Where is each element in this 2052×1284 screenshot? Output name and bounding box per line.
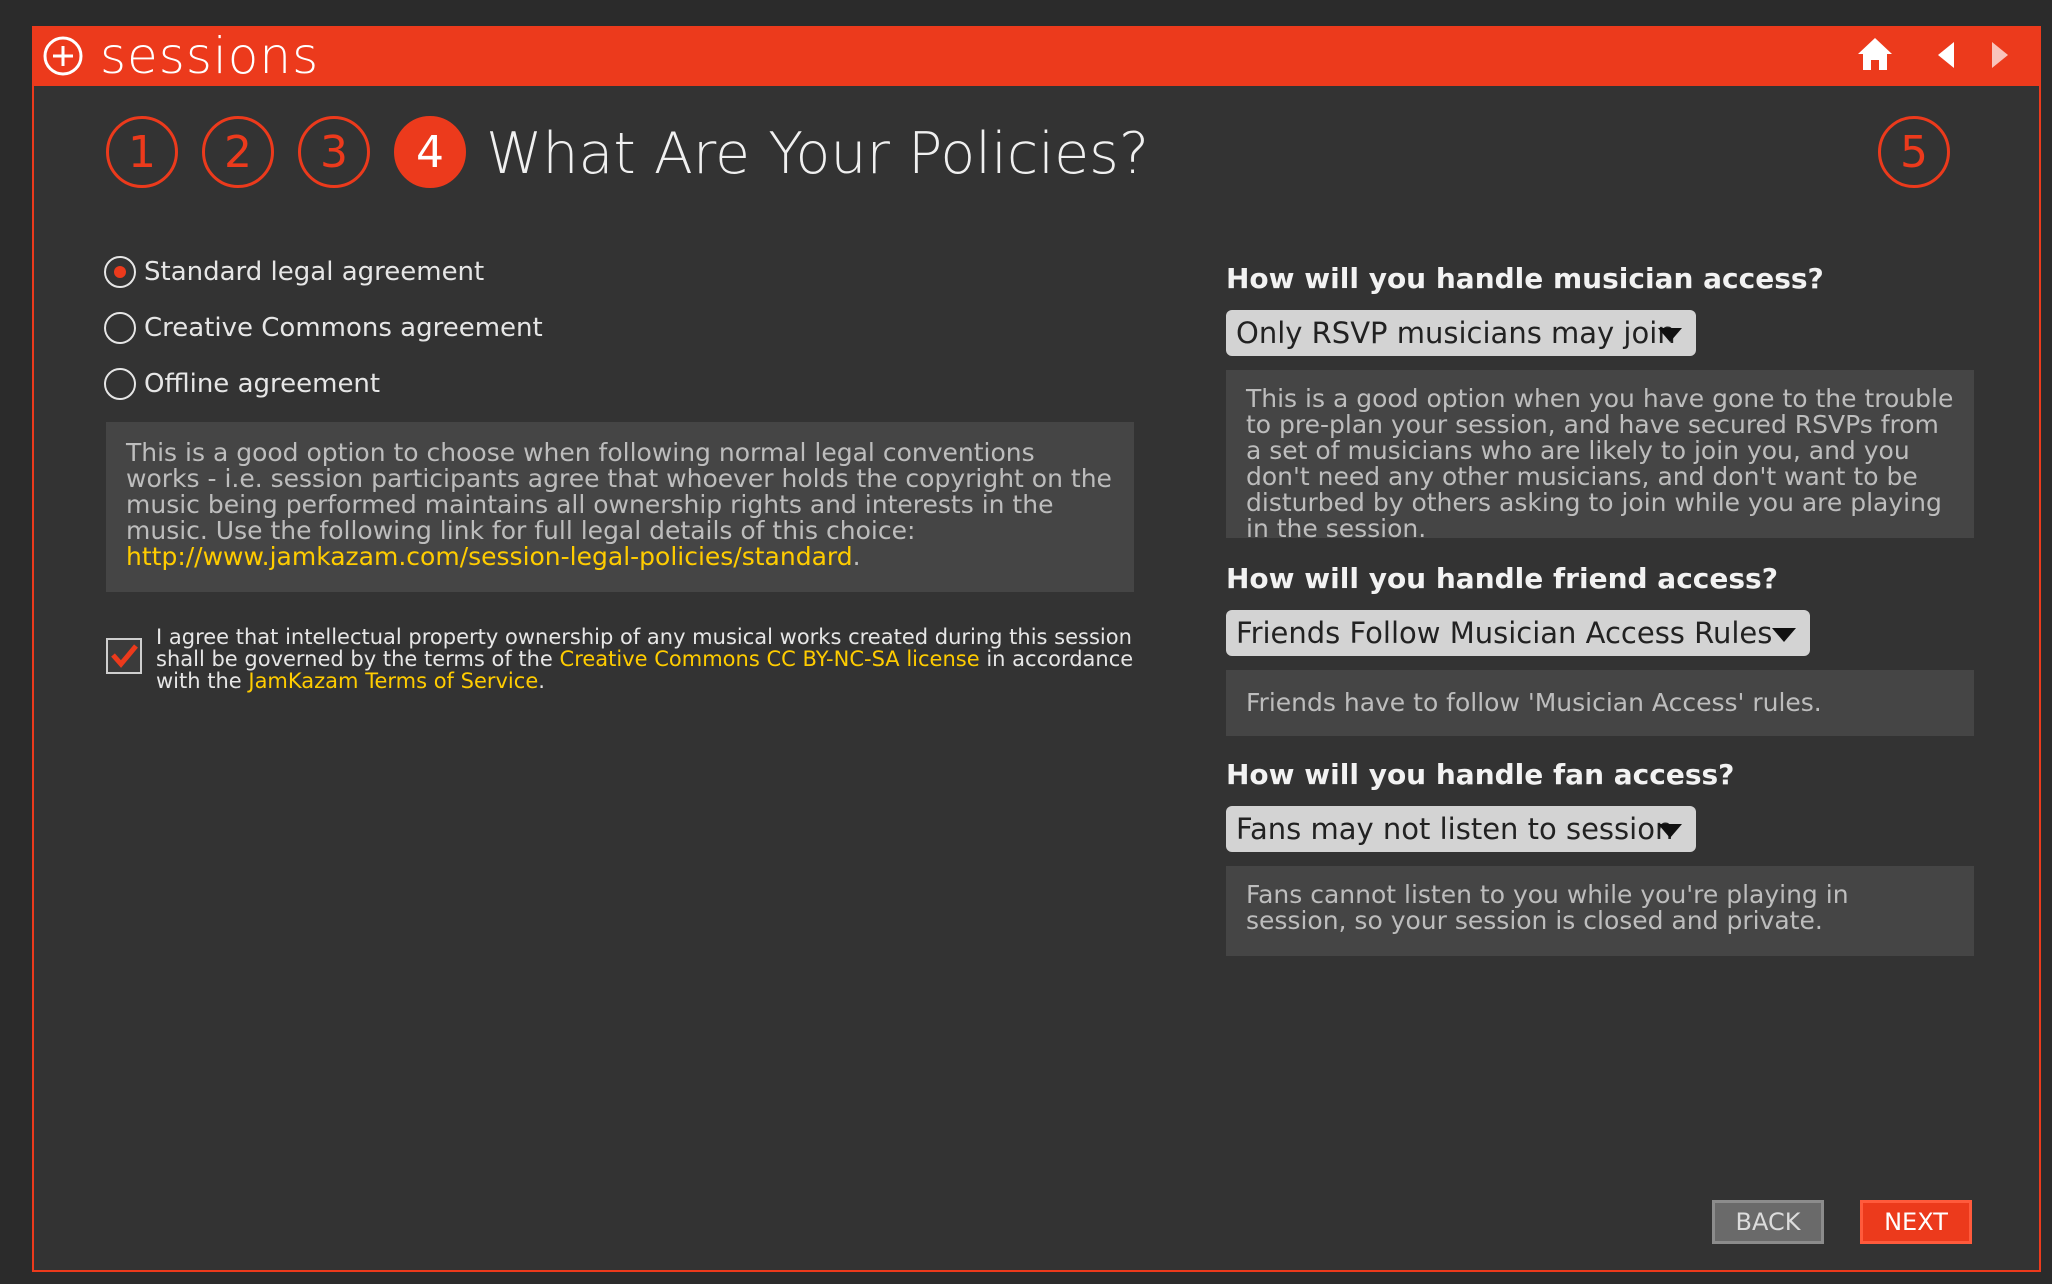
title-bar: sessions: [34, 26, 2039, 86]
radio-label: Creative Commons agreement: [144, 313, 543, 343]
agree-text-part: .: [538, 669, 545, 693]
friend-access-description: Friends have to follow 'Musician Access'…: [1226, 670, 1974, 736]
fan-access-select[interactable]: Fans may not listen to session: [1226, 806, 1696, 852]
back-button[interactable]: BACK: [1712, 1200, 1824, 1244]
fan-access-label: How will you handle fan access?: [1226, 758, 1735, 791]
radio-standard-agreement[interactable]: Standard legal agreement: [104, 254, 484, 290]
select-value: Only RSVP musicians may join: [1236, 316, 1676, 350]
radio-button-checked[interactable]: [104, 256, 136, 288]
step-5-button[interactable]: 5: [1878, 116, 1950, 188]
creative-commons-license-link[interactable]: Creative Commons CC BY-NC-SA license: [560, 647, 980, 671]
musician-access-label: How will you handle musician access?: [1226, 262, 1824, 295]
agree-text: I agree that intellectual property owner…: [156, 626, 1156, 692]
agree-checkbox[interactable]: [106, 638, 142, 674]
session-wizard-window: sessions 1 2 3 4 What Are Your Policies?…: [32, 26, 2041, 1272]
step-4-button-current[interactable]: 4: [394, 116, 466, 188]
radio-label: Standard legal agreement: [144, 257, 485, 287]
agreement-description-text: This is a good option to choose when fol…: [126, 438, 1112, 545]
radio-button[interactable]: [104, 368, 136, 400]
musician-access-description: This is a good option when you have gone…: [1226, 370, 1974, 542]
caret-down-icon: [1658, 824, 1682, 838]
plus-circle-icon: [43, 36, 83, 76]
radio-button[interactable]: [104, 312, 136, 344]
radio-creative-commons-agreement[interactable]: Creative Commons agreement: [104, 310, 543, 346]
radio-label: Offline agreement: [144, 369, 381, 399]
friend-access-select[interactable]: Friends Follow Musician Access Rules: [1226, 610, 1810, 656]
checkmark-icon: [111, 644, 138, 668]
musician-access-select[interactable]: Only RSVP musicians may join: [1226, 310, 1696, 356]
link-suffix: .: [852, 542, 861, 571]
window-title: sessions: [100, 27, 320, 85]
terms-of-service-link[interactable]: JamKazam Terms of Service: [248, 669, 538, 693]
friend-access-label: How will you handle friend access?: [1226, 562, 1778, 595]
arrow-right-icon[interactable]: [1988, 40, 2012, 70]
agreement-description: This is a good option to choose when fol…: [106, 422, 1134, 592]
home-icon[interactable]: [1856, 36, 1894, 72]
step-3-button[interactable]: 3: [298, 116, 370, 188]
select-value: Fans may not listen to session: [1236, 812, 1674, 846]
step-2-button[interactable]: 2: [202, 116, 274, 188]
next-button[interactable]: NEXT: [1860, 1200, 1972, 1244]
radio-offline-agreement[interactable]: Offline agreement: [104, 366, 380, 402]
caret-down-icon: [1772, 628, 1796, 642]
fan-access-description: Fans cannot listen to you while you're p…: [1226, 866, 1974, 956]
caret-down-icon: [1658, 328, 1682, 342]
legal-policy-link[interactable]: http://www.jamkazam.com/session-legal-po…: [126, 542, 853, 571]
arrow-left-icon[interactable]: [1934, 40, 1958, 70]
step-1-button[interactable]: 1: [106, 116, 178, 188]
select-value: Friends Follow Musician Access Rules: [1236, 616, 1773, 650]
page-title: What Are Your Policies?: [486, 121, 1150, 187]
